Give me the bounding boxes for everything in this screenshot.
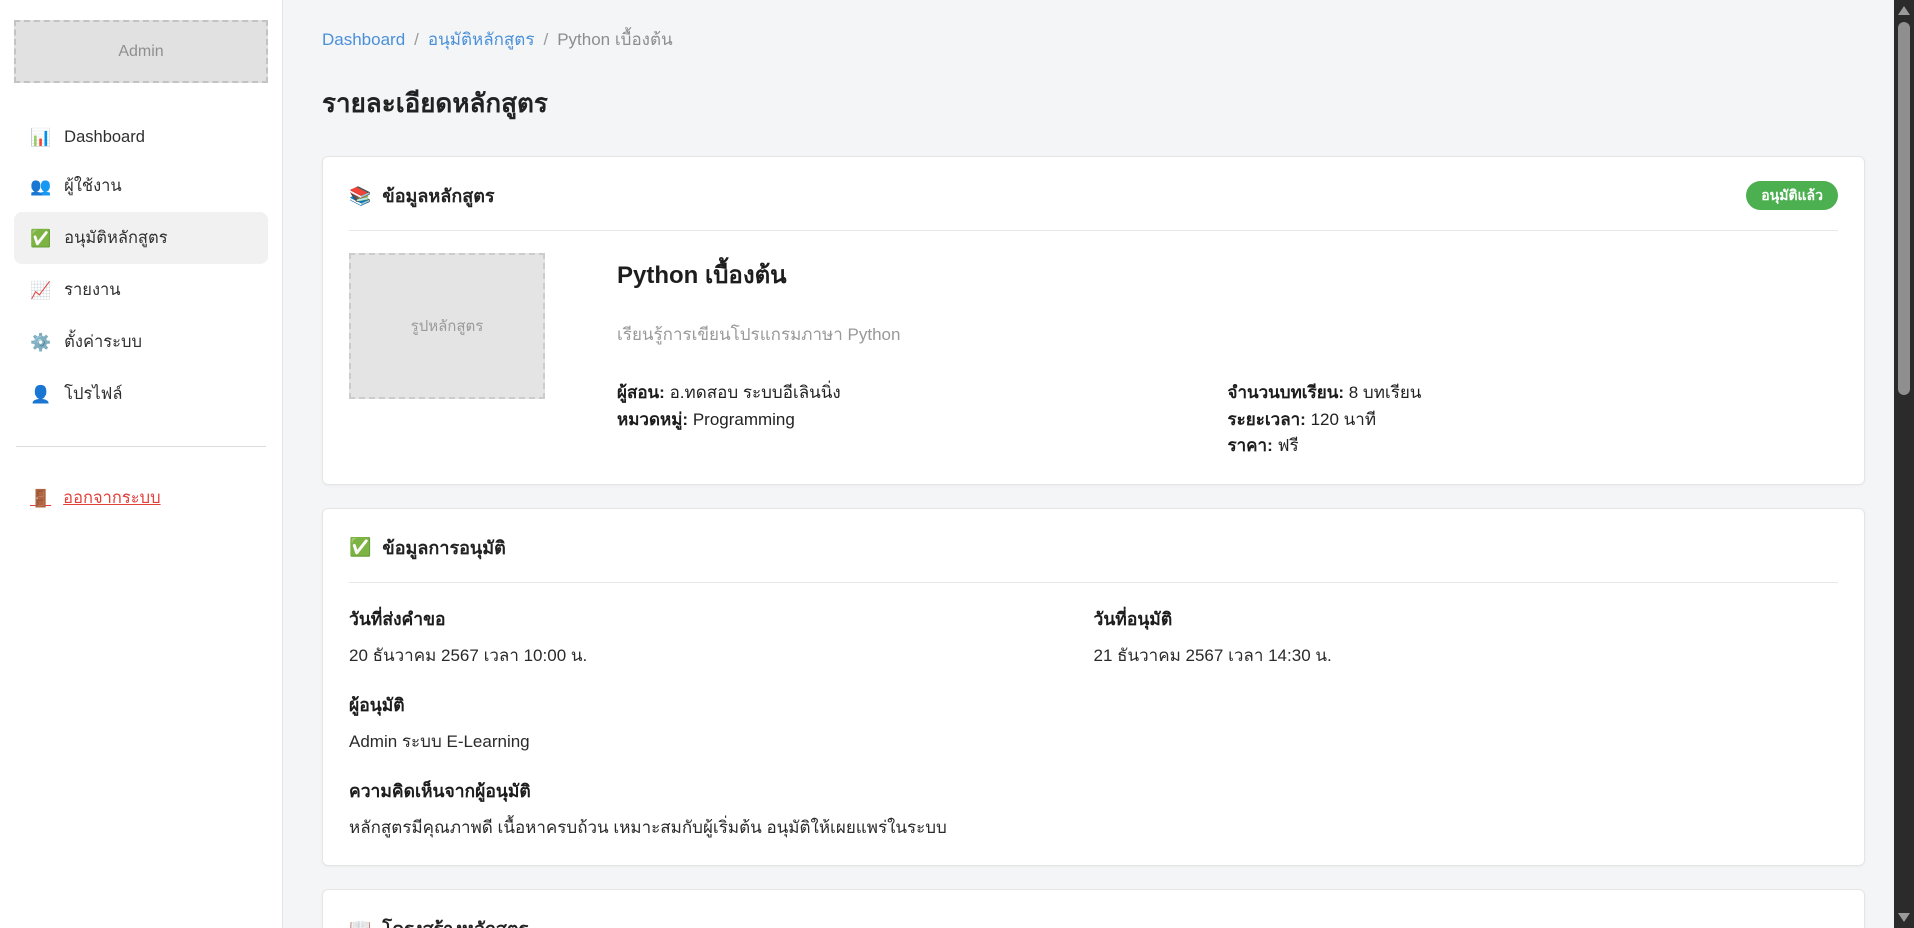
books-icon: 📚: [349, 187, 371, 205]
sidebar-item-course-approval[interactable]: ✅ อนุมัติหลักสูตร: [14, 212, 268, 264]
approver-comment-block: ความคิดเห็นจากผู้อนุมัติ หลักสูตรมีคุณภา…: [349, 777, 1838, 841]
logout-link[interactable]: 🚪 ออกจากระบบ: [30, 485, 252, 511]
course-structure-card-header: 📖 โครงสร้างหลักสูตร: [349, 914, 1838, 928]
category-line: หมวดหมู่: Programming: [617, 407, 1228, 434]
sidebar-item-label: ผู้ใช้งาน: [64, 173, 122, 199]
sidebar-item-dashboard[interactable]: 📊 Dashboard: [14, 115, 268, 160]
sidebar-item-settings[interactable]: ⚙️ ตั้งค่าระบบ: [14, 316, 268, 368]
duration-line: ระยะเวลา: 120 นาที: [1228, 407, 1839, 434]
bar-chart-icon: 📊: [30, 129, 51, 146]
approver-block: ผู้อนุมัติ Admin ระบบ E-Learning: [349, 691, 1838, 755]
gear-icon: ⚙️: [30, 334, 51, 351]
page-title: รายละเอียดหลักสูตร: [322, 83, 1865, 124]
duration-label: ระยะเวลา:: [1228, 410, 1306, 429]
course-image-placeholder-label: รูปหลักสูตร: [411, 314, 484, 338]
sidebar-item-label: ตั้งค่าระบบ: [64, 329, 142, 355]
course-structure-card: 📖 โครงสร้างหลักสูตร: [322, 889, 1865, 928]
breadcrumb-separator: /: [414, 30, 419, 50]
course-main: Python เบื้องต้น เรียนรู้การเขียนโปรแกรม…: [617, 253, 1838, 460]
door-icon: 🚪: [30, 490, 51, 507]
breadcrumb-current: Python เบื้องต้น: [557, 26, 672, 53]
course-image-placeholder: รูปหลักสูตร: [349, 253, 545, 399]
course-meta: ผู้สอน: อ.ทดสอบ ระบบอีเลินนิ่ง หมวดหมู่:…: [617, 380, 1838, 460]
approver-comment-label: ความคิดเห็นจากผู้อนุมัติ: [349, 777, 1838, 805]
open-book-icon: 📖: [349, 919, 371, 928]
instructor-label: ผู้สอน:: [617, 383, 665, 402]
brand-placeholder: Admin: [14, 20, 268, 83]
course-info-card: 📚 ข้อมูลหลักสูตร อนุมัติแล้ว รูปหลักสูตร…: [322, 156, 1865, 485]
sidebar: Admin 📊 Dashboard 👥 ผู้ใช้งาน ✅ อนุมัติห…: [0, 0, 283, 928]
approve-date-block: วันที่อนุมัติ 21 ธันวาคม 2567 เวลา 14:30…: [1094, 583, 1839, 669]
sidebar-item-profile[interactable]: 👤 โปรไฟล์: [14, 368, 268, 420]
request-date-value: 20 ธันวาคม 2567 เวลา 10:00 น.: [349, 642, 1094, 669]
approval-info-card-header: ✅ ข้อมูลการอนุมัติ: [349, 533, 1838, 562]
trend-chart-icon: 📈: [30, 282, 51, 299]
sidebar-item-label: รายงาน: [64, 277, 120, 303]
sidebar-item-users[interactable]: 👥 ผู้ใช้งาน: [14, 160, 268, 212]
course-title: Python เบื้องต้น: [617, 255, 1838, 294]
brand-label: Admin: [118, 43, 163, 61]
lessons-line: จำนวนบทเรียน: 8 บทเรียน: [1228, 380, 1839, 407]
course-meta-left: ผู้สอน: อ.ทดสอบ ระบบอีเลินนิ่ง หมวดหมู่:…: [617, 380, 1228, 460]
scrollbar-thumb[interactable]: [1898, 22, 1910, 395]
course-description: เรียนรู้การเขียนโปรแกรมภาษา Python: [617, 321, 1838, 348]
scrollbar-down-arrow-icon[interactable]: [1898, 913, 1910, 922]
main-content: Dashboard / อนุมัติหลักสูตร / Python เบื…: [283, 0, 1894, 928]
vertical-scrollbar[interactable]: [1894, 0, 1914, 928]
category-value: Programming: [693, 410, 795, 429]
lessons-value: 8 บทเรียน: [1349, 383, 1422, 402]
lessons-label: จำนวนบทเรียน:: [1228, 383, 1344, 402]
breadcrumb-link-course-approval[interactable]: อนุมัติหลักสูตร: [428, 26, 535, 53]
duration-value: 120 นาที: [1311, 410, 1376, 429]
price-value: ฟรี: [1278, 436, 1299, 455]
approver-label: ผู้อนุมัติ: [349, 691, 1838, 719]
approver-comment-value: หลักสูตรมีคุณภาพดี เนื้อหาครบถ้วน เหมาะส…: [349, 814, 1838, 841]
approve-date-value: 21 ธันวาคม 2567 เวลา 14:30 น.: [1094, 642, 1839, 669]
sidebar-nav: 📊 Dashboard 👥 ผู้ใช้งาน ✅ อนุมัติหลักสูต…: [14, 115, 268, 420]
course-info-card-title: ข้อมูลหลักสูตร: [382, 181, 494, 210]
instructor-line: ผู้สอน: อ.ทดสอบ ระบบอีเลินนิ่ง: [617, 380, 1228, 407]
breadcrumb-separator: /: [543, 30, 548, 50]
users-icon: 👥: [30, 178, 51, 195]
sidebar-item-label: อนุมัติหลักสูตร: [64, 225, 167, 251]
logout-label: ออกจากระบบ: [63, 485, 160, 511]
instructor-value: อ.ทดสอบ ระบบอีเลินนิ่ง: [670, 383, 841, 402]
approval-info-card-title: ข้อมูลการอนุมัติ: [382, 533, 505, 562]
price-line: ราคา: ฟรี: [1228, 433, 1839, 460]
card-divider: [349, 230, 1838, 231]
sidebar-item-label: Dashboard: [64, 128, 145, 147]
scrollbar-up-arrow-icon[interactable]: [1898, 6, 1910, 15]
category-label: หมวดหมู่:: [617, 410, 688, 429]
approve-date-label: วันที่อนุมัติ: [1094, 605, 1839, 633]
breadcrumb: Dashboard / อนุมัติหลักสูตร / Python เบื…: [322, 26, 1865, 53]
course-info-card-header: 📚 ข้อมูลหลักสูตร อนุมัติแล้ว: [349, 181, 1838, 210]
check-box-icon: ✅: [30, 230, 51, 247]
status-badge: อนุมัติแล้ว: [1746, 181, 1838, 210]
sidebar-item-label: โปรไฟล์: [64, 381, 122, 407]
sidebar-item-reports[interactable]: 📈 รายงาน: [14, 264, 268, 316]
sidebar-divider: [16, 446, 266, 447]
course-body: รูปหลักสูตร Python เบื้องต้น เรียนรู้การ…: [349, 253, 1838, 460]
course-structure-card-title: โครงสร้างหลักสูตร: [382, 914, 528, 928]
request-date-label: วันที่ส่งคำขอ: [349, 605, 1094, 633]
approval-info-card: ✅ ข้อมูลการอนุมัติ วันที่ส่งคำขอ 20 ธันว…: [322, 508, 1865, 866]
breadcrumb-link-dashboard[interactable]: Dashboard: [322, 30, 405, 50]
course-meta-right: จำนวนบทเรียน: 8 บทเรียน ระยะเวลา: 120 นา…: [1228, 380, 1839, 460]
price-label: ราคา:: [1228, 436, 1273, 455]
request-date-block: วันที่ส่งคำขอ 20 ธันวาคม 2567 เวลา 10:00…: [349, 583, 1094, 669]
approver-value: Admin ระบบ E-Learning: [349, 728, 1838, 755]
check-box-icon: ✅: [349, 538, 371, 556]
person-icon: 👤: [30, 386, 51, 403]
approval-dates-grid: วันที่ส่งคำขอ 20 ธันวาคม 2567 เวลา 10:00…: [349, 583, 1838, 669]
